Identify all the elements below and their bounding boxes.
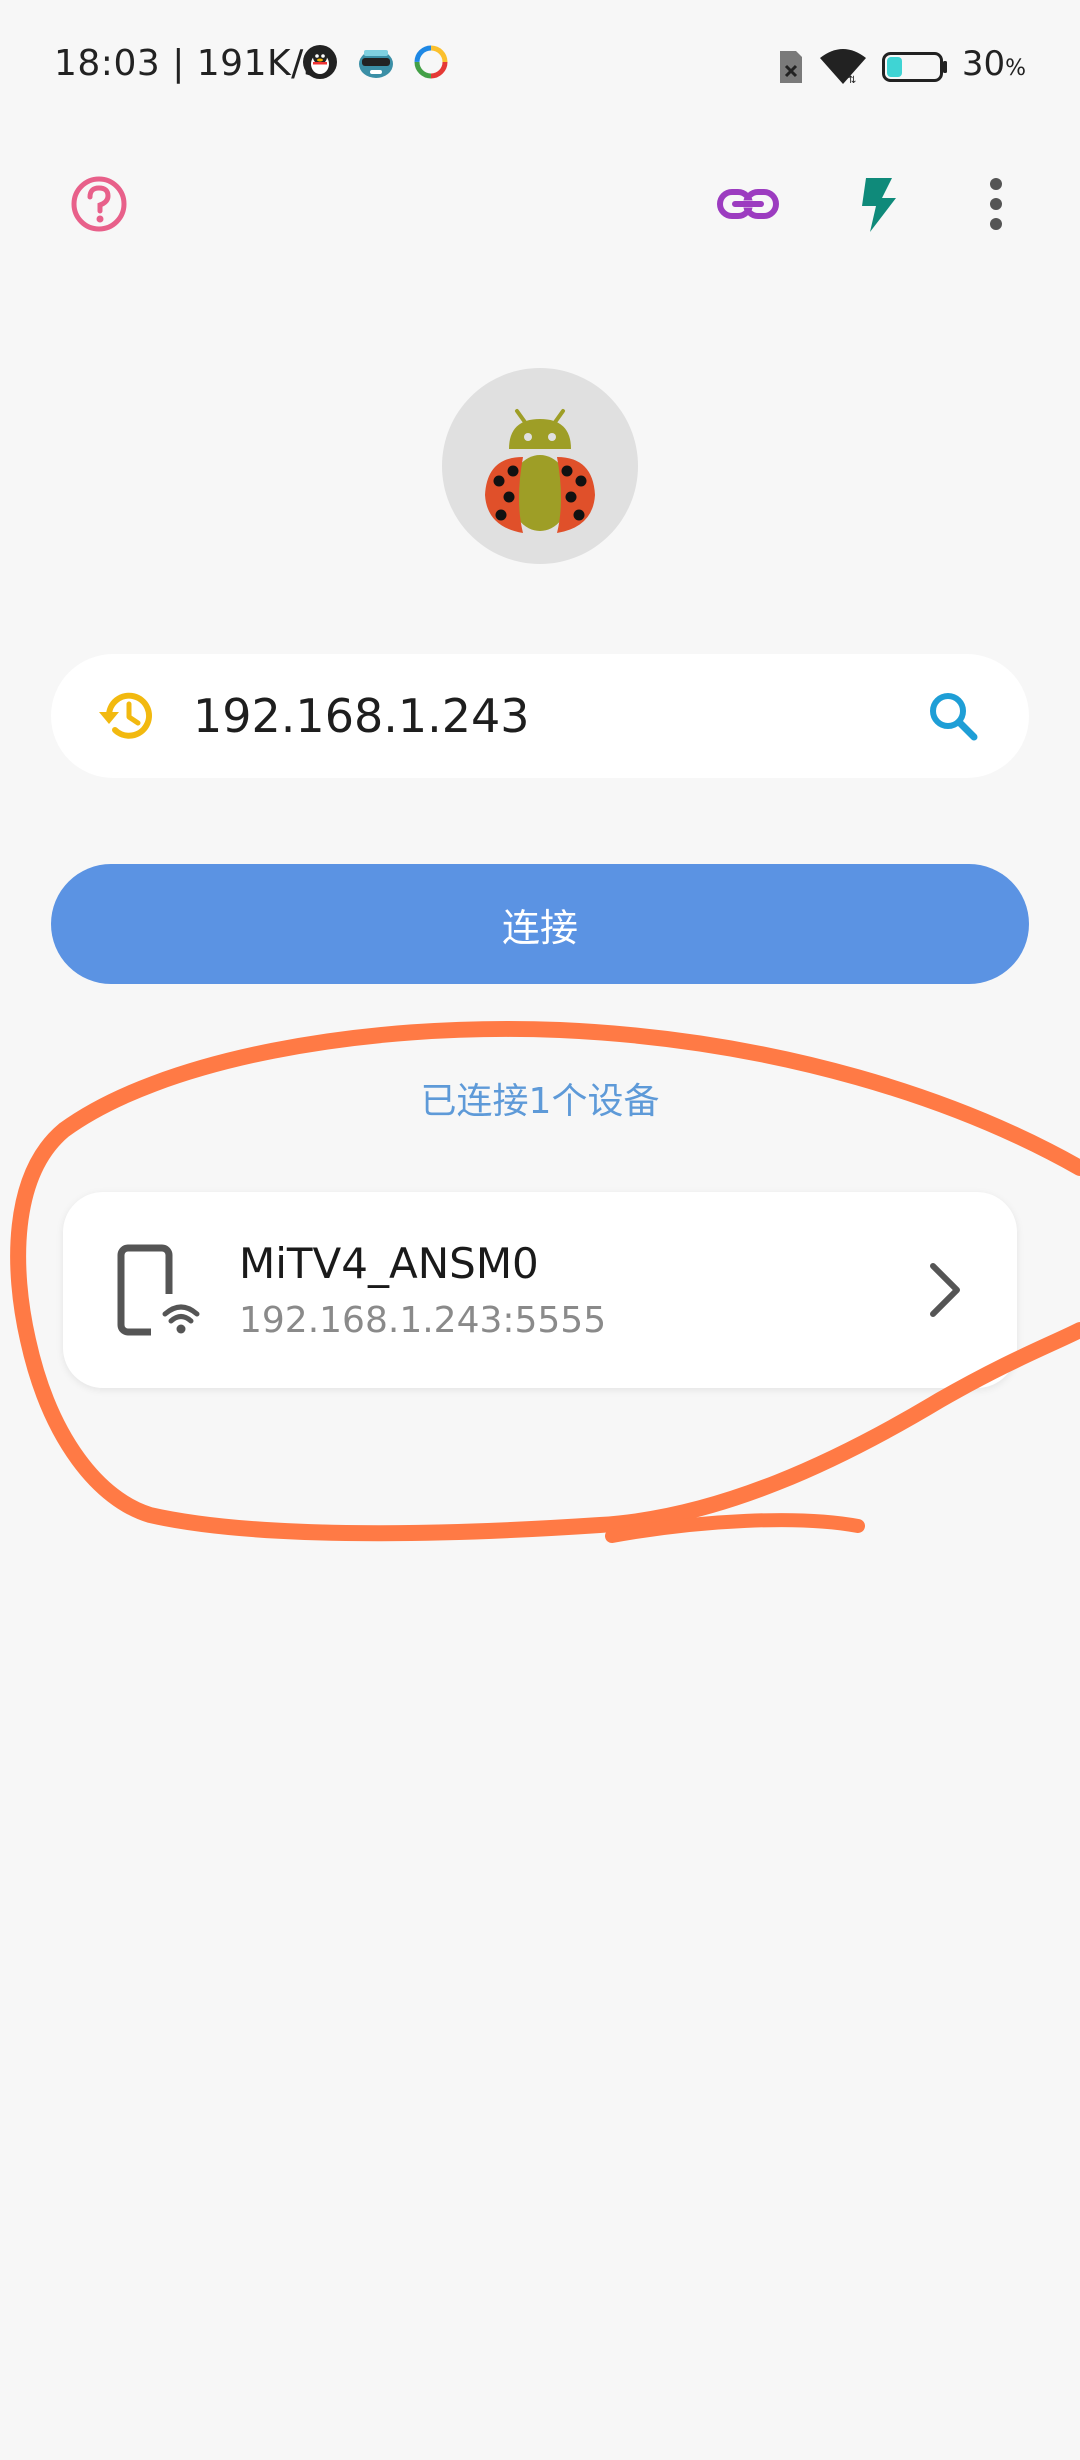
address-input[interactable]: [193, 680, 933, 752]
status-time: 18:03 | 191K/s: [54, 43, 323, 84]
qq-icon: [303, 45, 337, 79]
history-button[interactable]: [91, 680, 163, 752]
more-vert-icon: [990, 178, 1002, 230]
device-address: 192.168.1.243:5555: [239, 1300, 607, 1341]
status-right-group: ⇅ 30%: [778, 40, 1026, 93]
device-name: MiTV4_ANSM0: [239, 1239, 539, 1288]
battery-unit: %: [1005, 56, 1026, 81]
status-bar: 18:03 | 191K/s ⇅ 30%: [0, 0, 1080, 130]
address-field-container: [51, 654, 1029, 778]
connect-button[interactable]: 连接: [51, 864, 1029, 984]
colorful-app-icon: [414, 45, 448, 79]
link-icon: [717, 189, 779, 219]
history-icon: [99, 692, 152, 739]
flash-button[interactable]: [832, 156, 928, 252]
app-screen: 18:03 | 191K/s ⇅ 30% 192.168.1.243 连接 已连…: [0, 0, 1080, 2460]
search-icon: [930, 693, 978, 741]
wifi-icon: ⇅: [819, 48, 866, 86]
help-button[interactable]: [51, 156, 147, 252]
app-logo: [442, 368, 638, 564]
svg-text:⇅: ⇅: [848, 75, 856, 86]
more-options-button[interactable]: [948, 156, 1044, 252]
phone-wifi-icon: [117, 1244, 205, 1336]
battery-icon: [881, 51, 947, 82]
help-icon: [71, 176, 127, 232]
chevron-right-icon: [930, 1263, 960, 1317]
search-button[interactable]: [917, 680, 989, 752]
connected-devices-summary: 已连接1个设备: [420, 1081, 660, 1122]
ladybug-android-icon: [485, 409, 595, 533]
battery-text: 30%: [962, 40, 1026, 93]
link-button[interactable]: [700, 156, 796, 252]
game-avatar-icon: [359, 50, 393, 78]
device-card[interactable]: MiTV4_ANSM0 192.168.1.243:5555: [63, 1192, 1017, 1388]
flash-icon: [862, 178, 896, 232]
status-app-icons: [302, 44, 448, 80]
battery-value: 30: [961, 44, 1006, 84]
sim-icon: [779, 50, 802, 83]
